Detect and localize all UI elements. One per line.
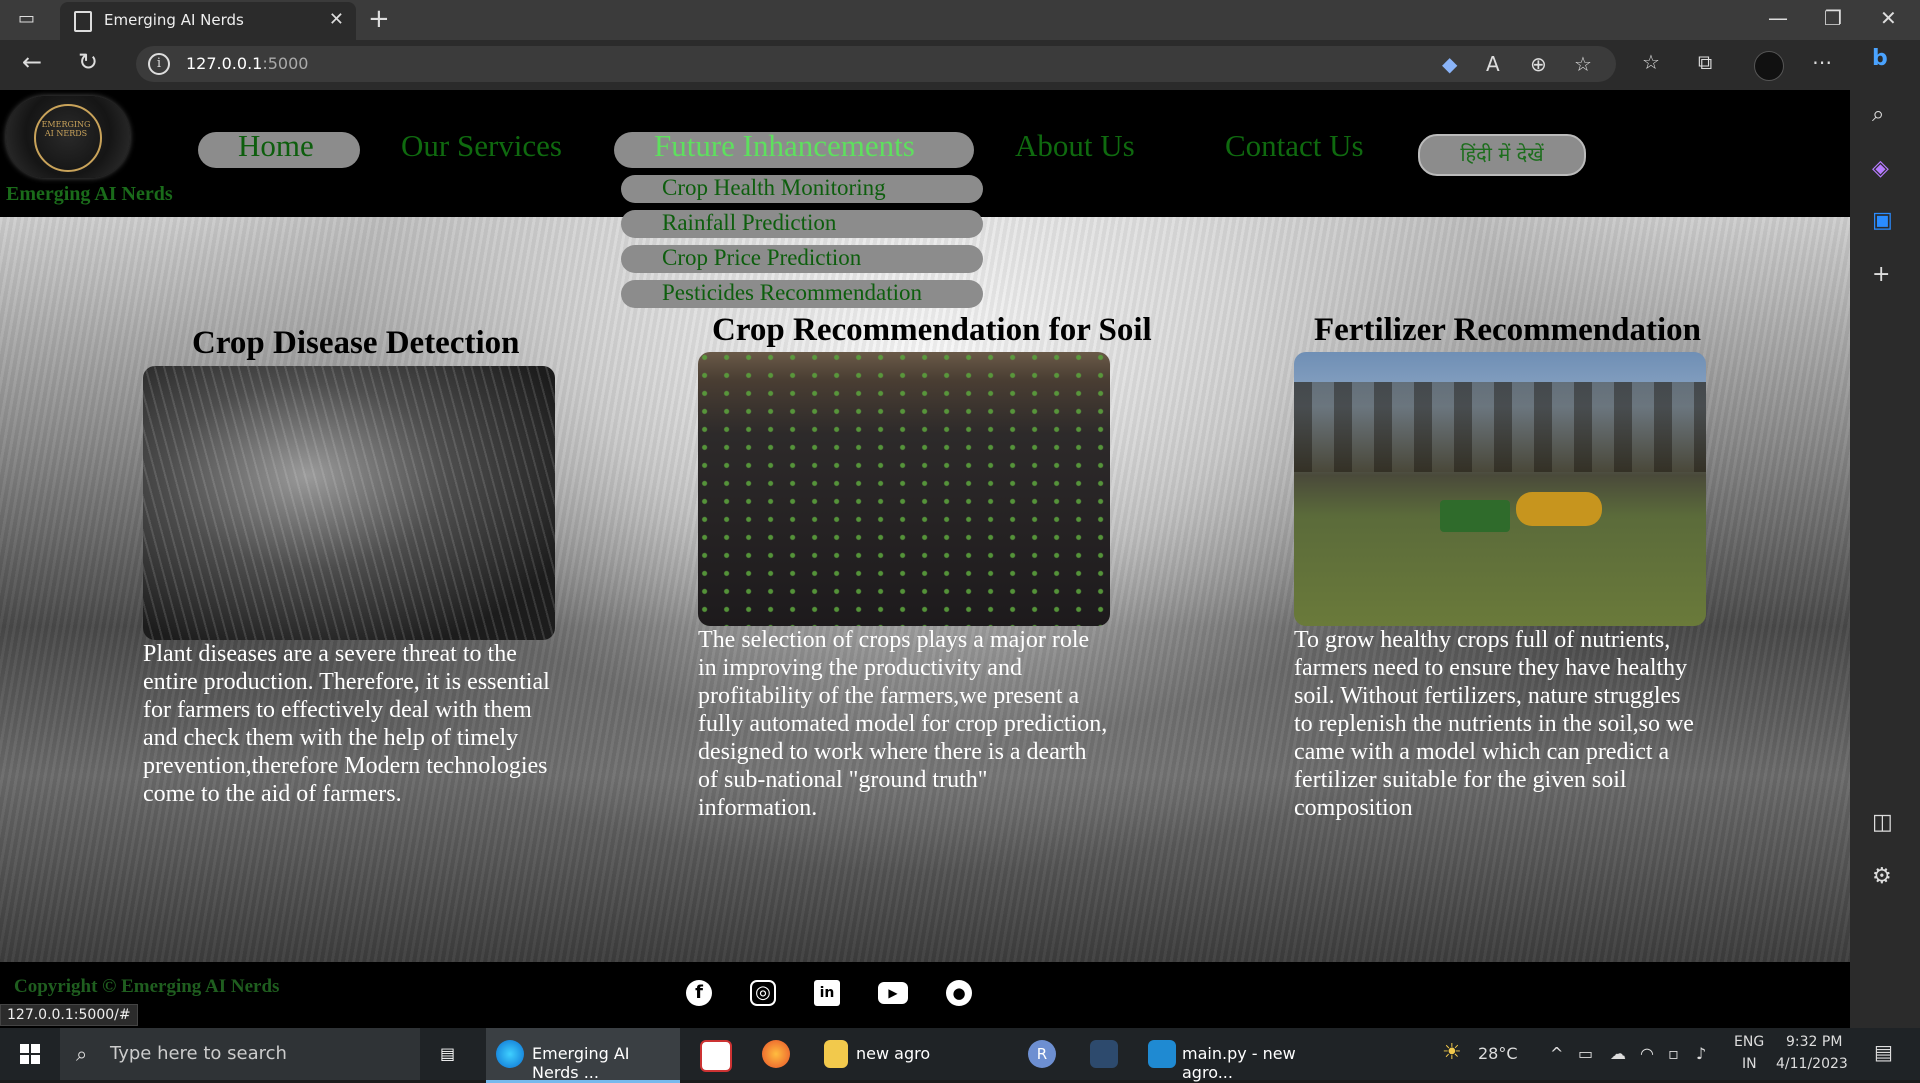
taskbar-edge[interactable]: Emerging AI Nerds ...: [486, 1028, 680, 1083]
facebook-icon[interactable]: f: [686, 980, 712, 1006]
onedrive-icon[interactable]: ☁: [1610, 1044, 1626, 1063]
nav-home[interactable]: Home: [238, 128, 314, 164]
page-icon: [74, 11, 92, 32]
vscode-icon: [1148, 1040, 1176, 1068]
read-aloud-icon[interactable]: A: [1486, 52, 1500, 76]
restore-icon[interactable]: ❐: [1824, 6, 1842, 30]
windows-start-icon[interactable]: [20, 1044, 40, 1064]
tab-title: Emerging AI Nerds: [104, 11, 244, 29]
fertilizer-image[interactable]: [1294, 352, 1706, 626]
close-window-icon[interactable]: ✕: [1880, 6, 1897, 30]
edge-icon: [496, 1040, 524, 1068]
add-favorite-icon[interactable]: ☆: [1574, 52, 1592, 76]
nav-our-services[interactable]: Our Services: [401, 128, 562, 164]
search-placeholder: Type here to search: [110, 1043, 287, 1064]
address-bar: ← ↻ i 127.0.0.1:5000 ◆ A ⊕ ☆ ☆ ⧉ ⋯: [0, 40, 1920, 90]
site-footer: Copyright © Emerging AI Nerds f ◎ in ▶ ●: [0, 962, 1850, 1028]
crop-recommendation-image[interactable]: [698, 352, 1110, 626]
card-description: Plant diseases are a severe threat to th…: [143, 641, 550, 807]
site-logo[interactable]: EMERGING AI NERDS: [6, 96, 130, 178]
card-description: To grow healthy crops full of nutrients,…: [1294, 627, 1694, 821]
favorites-icon[interactable]: ☆: [1642, 50, 1660, 74]
dropdown-crop-price[interactable]: Crop Price Prediction: [621, 245, 983, 273]
windows-taskbar: ⌕ Type here to search ▤ Emerging AI Nerd…: [0, 1028, 1920, 1083]
show-hidden-icons[interactable]: ^: [1550, 1044, 1563, 1063]
taskbar-app-icon[interactable]: [694, 1028, 734, 1080]
taskbar-folder[interactable]: new agro: [814, 1028, 1004, 1080]
tab-actions-icon[interactable]: ▭: [18, 8, 42, 32]
tanker: [1516, 492, 1602, 526]
web-page: EMERGING AI NERDS Emerging AI Nerds Home…: [0, 90, 1850, 1028]
browser-tab-bar: ▭ Emerging AI Nerds ✕ + — ❐ ✕: [0, 0, 1920, 40]
battery-icon[interactable]: ▭: [1578, 1044, 1593, 1063]
bing-icon[interactable]: b: [1872, 46, 1888, 71]
crop-disease-image[interactable]: [143, 366, 555, 640]
tractor: [1440, 500, 1510, 532]
card-description: The selection of crops plays a major rol…: [698, 627, 1108, 821]
nav-future-inhancements[interactable]: Future Inhancements: [654, 128, 915, 164]
folder-icon: [824, 1040, 848, 1068]
dropdown-crop-health[interactable]: Crop Health Monitoring: [621, 175, 983, 203]
taskbar-search[interactable]: ⌕ Type here to search: [60, 1028, 420, 1080]
profile-avatar[interactable]: [1754, 51, 1784, 81]
sidebar-toggle-icon[interactable]: ◫: [1872, 810, 1893, 835]
search-icon: ⌕: [76, 1042, 88, 1066]
card-title: Crop Recommendation for Soil: [712, 312, 1152, 348]
card-title: Fertilizer Recommendation: [1314, 312, 1702, 348]
notifications-icon[interactable]: ▤: [1874, 1040, 1893, 1064]
search-icon[interactable]: ⌕: [1872, 102, 1884, 127]
region[interactable]: IN: [1742, 1056, 1757, 1072]
display-icon[interactable]: ▫: [1668, 1044, 1679, 1063]
more-icon[interactable]: ⋯: [1812, 50, 1832, 74]
nav-about-us[interactable]: About Us: [1015, 128, 1135, 164]
volume-icon[interactable]: ♪: [1696, 1044, 1706, 1063]
logo-text: EMERGING AI NERDS: [41, 120, 91, 138]
status-bar-url: 127.0.0.1:5000/#: [0, 1004, 138, 1026]
settings-icon[interactable]: ⚙: [1872, 864, 1892, 889]
nav-contact-us[interactable]: Contact Us: [1225, 128, 1364, 164]
add-icon[interactable]: +: [1872, 262, 1890, 287]
r-icon[interactable]: R: [1024, 1028, 1064, 1080]
url-field[interactable]: i 127.0.0.1:5000 ◆ A ⊕ ☆: [136, 46, 1616, 82]
back-icon[interactable]: ←: [22, 48, 42, 76]
language[interactable]: ENG: [1734, 1034, 1764, 1050]
info-icon[interactable]: i: [148, 53, 170, 75]
clock-time[interactable]: 9:32 PM: [1786, 1034, 1842, 1050]
outlook-icon[interactable]: ▣: [1872, 208, 1893, 233]
clock-date[interactable]: 4/11/2023: [1776, 1056, 1848, 1072]
weather-temp[interactable]: 28°C: [1478, 1044, 1518, 1063]
dropdown-pesticides[interactable]: Pesticides Recommendation: [621, 280, 983, 308]
weather-icon[interactable]: ☀: [1442, 1040, 1462, 1065]
dropdown-rainfall[interactable]: Rainfall Prediction: [621, 210, 983, 238]
zoom-icon[interactable]: ⊕: [1530, 52, 1547, 76]
refresh-icon[interactable]: ↻: [78, 48, 98, 76]
brand-name: Emerging AI Nerds: [6, 183, 173, 205]
trees: [1294, 382, 1706, 472]
instagram-icon[interactable]: ◎: [750, 980, 776, 1006]
minimize-icon[interactable]: —: [1768, 6, 1788, 30]
collections-icon[interactable]: ⧉: [1698, 50, 1712, 74]
youtube-icon[interactable]: ▶: [878, 982, 908, 1004]
card-title: Crop Disease Detection: [192, 325, 520, 361]
url-text: 127.0.0.1:5000: [186, 54, 309, 73]
copilot-icon[interactable]: ◈: [1872, 156, 1889, 181]
edge-sidebar: b ⌕ ◈ ▣ + ◫ ⚙: [1850, 40, 1920, 1028]
github-icon[interactable]: ●: [946, 980, 972, 1006]
linkedin-icon[interactable]: in: [814, 980, 840, 1006]
taskbar-vscode[interactable]: main.py - new agro...: [1142, 1028, 1332, 1082]
firefox-icon[interactable]: [756, 1028, 796, 1080]
new-tab-icon[interactable]: +: [368, 4, 390, 34]
task-view-icon[interactable]: ▤: [436, 1028, 476, 1080]
browser-tab[interactable]: Emerging AI Nerds ✕: [60, 2, 356, 40]
logo-ring: [34, 104, 102, 172]
coupon-icon[interactable]: ◆: [1442, 52, 1457, 76]
taskbar-app-icon-2[interactable]: [1086, 1028, 1126, 1080]
wifi-icon[interactable]: ◠: [1640, 1044, 1654, 1063]
copyright-text: Copyright © Emerging AI Nerds: [14, 976, 280, 997]
hindi-language-button[interactable]: हिंदी में देखें: [1418, 134, 1586, 176]
close-tab-icon[interactable]: ✕: [329, 9, 344, 30]
